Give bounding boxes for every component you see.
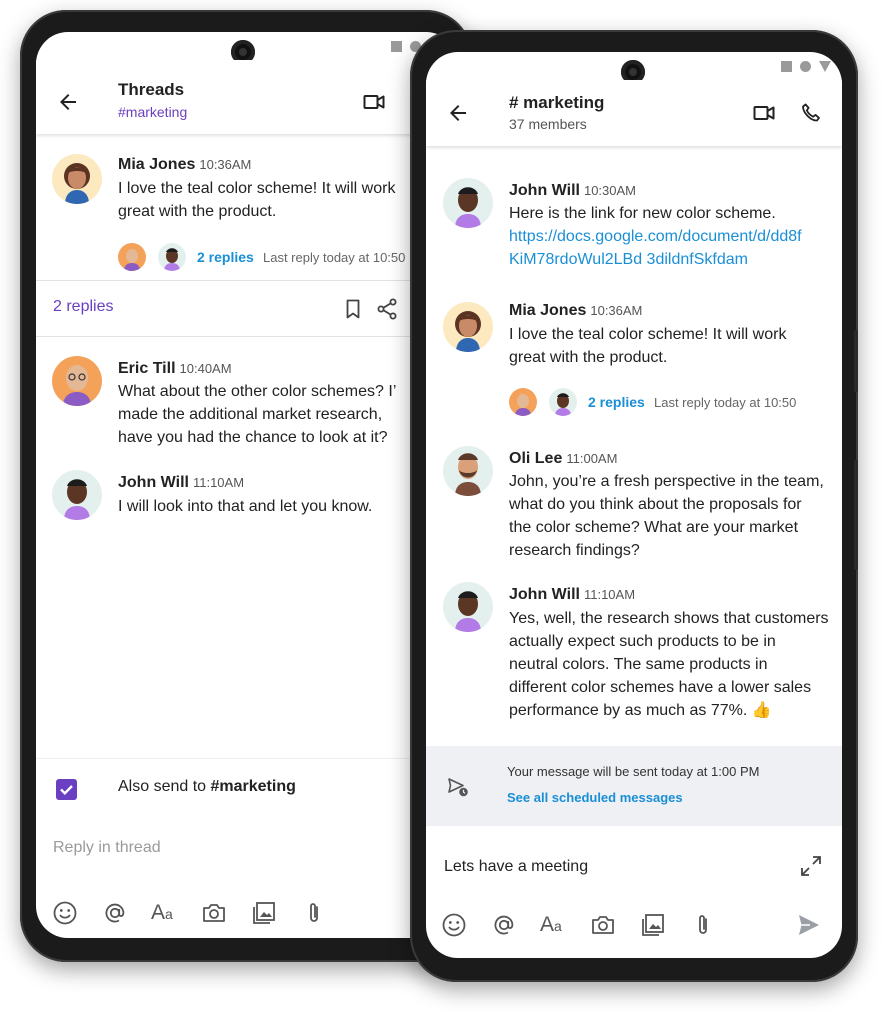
message-time: 10:40AM: [179, 361, 232, 376]
message-header: John Will 11:10AM: [118, 474, 244, 492]
left-phone-screen: Threads #marketing Mia Jones 10:36AM I lo…: [36, 32, 458, 938]
check-icon: [60, 785, 73, 796]
expand-icon[interactable]: [799, 854, 823, 878]
scheduled-messages-link[interactable]: See all scheduled messages: [507, 790, 683, 805]
right-phone-screen: # marketing 37 members John Will 10:30AM …: [426, 52, 842, 958]
message-header: Eric Till 10:40AM: [118, 360, 232, 378]
reply-avatar-john: [158, 243, 186, 271]
status-square-icon: [391, 41, 402, 52]
also-send-label: Also send to #marketing: [118, 778, 296, 796]
mention-icon[interactable]: [491, 912, 517, 938]
members-count[interactable]: 37 members: [509, 116, 587, 132]
author-name[interactable]: Eric Till: [118, 360, 176, 377]
text-format-icon[interactable]: Aa: [151, 901, 173, 925]
scheduled-message-bar: Your message will be sent today at 1:00 …: [426, 746, 842, 826]
mention-icon[interactable]: [102, 900, 128, 926]
replies-link[interactable]: 2 replies: [197, 249, 254, 265]
also-send-prefix: Also send to: [118, 778, 211, 795]
author-name[interactable]: John Will: [118, 474, 189, 491]
page-title: Threads: [118, 80, 185, 99]
also-send-checkbox[interactable]: [56, 779, 77, 800]
reply-avatar-eric: [118, 243, 146, 271]
avatar-mia-jones[interactable]: [52, 154, 102, 204]
message-time: 11:10AM: [192, 475, 245, 490]
send-icon[interactable]: [796, 912, 822, 938]
document-link[interactable]: https://docs.google.com/document/d/dd8fK…: [509, 225, 809, 271]
video-call-icon[interactable]: [362, 90, 386, 114]
gallery-icon[interactable]: [640, 912, 666, 938]
message-text: Here is the link for new color scheme.: [509, 205, 776, 222]
back-arrow-icon[interactable]: [56, 90, 80, 114]
composer-toolbar: Aa: [36, 892, 458, 938]
camera-icon[interactable]: [590, 912, 616, 938]
message-text: I will look into that and let you know.: [118, 498, 373, 515]
status-square-icon: [781, 61, 792, 72]
channel-title: # marketing: [509, 93, 605, 112]
gallery-icon[interactable]: [251, 900, 277, 926]
avatar-eric-till[interactable]: [52, 356, 102, 406]
author-name[interactable]: Mia Jones: [509, 302, 586, 319]
back-arrow-icon[interactable]: [446, 101, 470, 125]
avatar-oli-lee[interactable]: [443, 446, 493, 496]
status-triangle-icon: [819, 61, 831, 72]
message-input[interactable]: Lets have a meeting: [444, 858, 588, 876]
channel-name[interactable]: #marketing: [118, 104, 187, 120]
status-circle-icon: [800, 61, 811, 72]
message-text: What about the other color schemes? I’ m…: [118, 383, 396, 446]
text-format-icon[interactable]: Aa: [540, 913, 562, 937]
phone-call-icon[interactable]: [799, 101, 823, 125]
also-send-channel: #marketing: [210, 778, 296, 795]
replies-link[interactable]: 2 replies: [588, 394, 645, 410]
replies-count: 2 replies: [53, 298, 114, 315]
avatar-john-will[interactable]: [52, 470, 102, 520]
author-name[interactable]: Oli Lee: [509, 450, 562, 467]
message-time: 11:00AM: [566, 451, 618, 466]
message-time: 10:36AM: [199, 157, 252, 172]
emoji-icon[interactable]: [52, 900, 78, 926]
left-phone-frame: Threads #marketing Mia Jones 10:36AM I lo…: [20, 10, 472, 962]
right-phone-frame: # marketing 37 members John Will 10:30AM …: [410, 30, 858, 982]
scheduled-send-icon: [448, 778, 468, 797]
message-time: 10:30AM: [583, 183, 637, 198]
channel-header: # marketing 37 members: [426, 80, 842, 146]
emoji-icon[interactable]: [441, 912, 467, 938]
message-header: Mia Jones 10:36AM: [118, 156, 251, 174]
message-header: John Will 10:30AM: [509, 182, 636, 200]
author-name[interactable]: Mia Jones: [118, 156, 195, 173]
divider: [36, 336, 458, 337]
avatar-john-will[interactable]: [443, 582, 493, 632]
reply-avatar-john: [549, 388, 577, 416]
author-name[interactable]: John Will: [509, 586, 580, 603]
message-time: 10:36AM: [590, 303, 643, 318]
scheduled-text: Your message will be sent today at 1:00 …: [507, 764, 760, 779]
avatar-john-will[interactable]: [443, 178, 493, 228]
author-name[interactable]: John Will: [509, 182, 580, 199]
thread-header: Threads #marketing: [36, 60, 458, 134]
message-header: John Will 11:10AM: [509, 586, 635, 604]
message-text: John, you’re a fresh perspective in the …: [509, 473, 824, 559]
attachment-icon[interactable]: [301, 900, 327, 926]
camera-icon[interactable]: [201, 900, 227, 926]
reply-avatar-eric: [509, 388, 537, 416]
avatar-mia-jones[interactable]: [443, 302, 493, 352]
video-call-icon[interactable]: [752, 101, 776, 125]
message-time: 11:10AM: [583, 587, 636, 602]
share-icon[interactable]: [375, 297, 399, 321]
also-send-row: Also send to #marketing: [36, 758, 458, 815]
attachment-icon[interactable]: [690, 912, 716, 938]
message-text: I love the teal color scheme! It will wo…: [509, 326, 787, 366]
message-text: Yes, well, the research shows that custo…: [509, 610, 829, 719]
thread-replies-bar: 2 replies: [36, 281, 458, 336]
message-header: Oli Lee 11:00AM: [509, 450, 617, 468]
bookmark-icon[interactable]: [341, 297, 365, 321]
message-text: I love the teal color scheme! It will wo…: [118, 180, 396, 220]
reply-input[interactable]: Reply in thread: [53, 839, 161, 857]
last-reply-text: Last reply today at 10:50: [263, 250, 406, 265]
composer-toolbar: Aa: [426, 908, 842, 954]
last-reply-text: Last reply today at 10:50: [654, 395, 797, 410]
message-header: Mia Jones 10:36AM: [509, 302, 642, 320]
